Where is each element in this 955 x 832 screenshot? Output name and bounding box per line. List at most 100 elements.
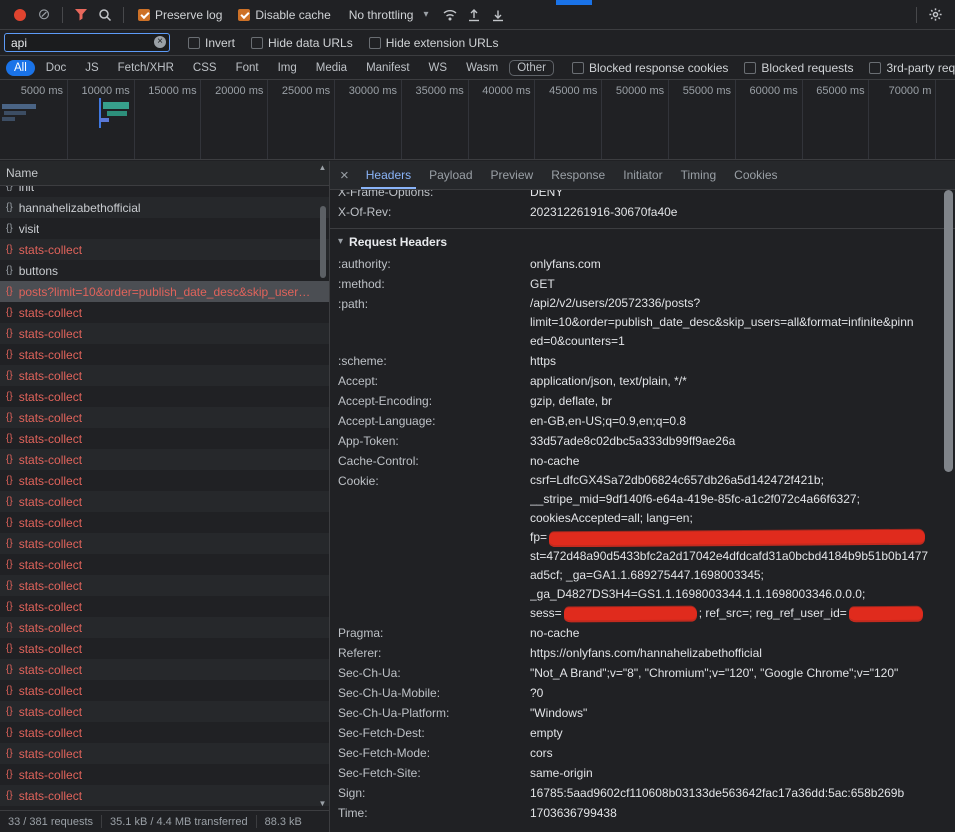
record-button[interactable] (8, 3, 32, 27)
request-row[interactable]: {}stats-collect (0, 785, 329, 806)
request-row[interactable]: {}posts?limit=10&order=publish_date_desc… (0, 281, 329, 302)
json-request-icon: {} (6, 349, 13, 360)
json-request-icon: {} (6, 186, 13, 192)
scrollbar-thumb[interactable] (320, 206, 326, 278)
request-name: stats-collect (19, 558, 82, 572)
request-row[interactable]: {}stats-collect (0, 533, 329, 554)
json-request-icon: {} (6, 538, 13, 549)
request-row[interactable]: {}stats-collect (0, 638, 329, 659)
type-filter-css[interactable]: CSS (185, 60, 225, 76)
header-row: Accept-Encoding:gzip, deflate, br (330, 391, 955, 411)
request-row[interactable]: {}stats-collect (0, 743, 329, 764)
request-row[interactable]: {}buttons (0, 260, 329, 281)
details-scrollbar-thumb[interactable] (944, 190, 953, 472)
request-row[interactable]: {}stats-collect (0, 764, 329, 785)
request-row[interactable]: {}stats-collect (0, 701, 329, 722)
tab-response[interactable]: Response (542, 161, 614, 189)
network-overview-timeline[interactable]: 5000 ms10000 ms15000 ms20000 ms25000 ms3… (0, 80, 955, 160)
scroll-up-icon[interactable]: ▲ (319, 163, 327, 172)
request-headers-section[interactable]: ▾ Request Headers (330, 228, 955, 254)
header-row: Referer:https://onlyfans.com/hannaheliza… (330, 643, 955, 663)
settings-button[interactable] (923, 3, 947, 27)
json-request-icon: {} (6, 769, 13, 780)
request-row[interactable]: {}stats-collect (0, 386, 329, 407)
name-column-header[interactable]: Name (0, 161, 329, 186)
request-name: stats-collect (19, 348, 82, 362)
request-row[interactable]: {} stats-collect (0, 344, 329, 365)
redaction-scribble (549, 530, 925, 546)
request-row[interactable]: {}stats-collect (0, 596, 329, 617)
request-row[interactable]: {}stats-collect (0, 491, 329, 512)
export-har-button[interactable] (486, 3, 510, 27)
request-row[interactable]: {}stats-collect (0, 659, 329, 680)
network-conditions-button[interactable] (438, 3, 462, 27)
request-row[interactable]: {}stats-collect (0, 470, 329, 491)
tab-timing[interactable]: Timing (672, 161, 726, 189)
hide-data-urls-checkbox[interactable]: Hide data URLs (251, 36, 353, 50)
type-filter-media[interactable]: Media (308, 60, 355, 76)
clear-button[interactable]: ⊘ (32, 3, 56, 27)
hide-extension-urls-checkbox[interactable]: Hide extension URLs (369, 36, 499, 50)
request-row[interactable]: {}stats-collect (0, 449, 329, 470)
detail-tab-bar: × HeadersPayloadPreviewResponseInitiator… (330, 161, 955, 190)
blocked-response-cookies-checkbox[interactable]: Blocked response cookies (572, 61, 728, 75)
request-row[interactable]: {}stats-collect (0, 554, 329, 575)
tab-cookies[interactable]: Cookies (725, 161, 786, 189)
request-row[interactable]: {}stats-collect (0, 407, 329, 428)
scrollbar-track[interactable] (319, 172, 327, 799)
request-row[interactable]: {}stats-collect (0, 365, 329, 386)
request-row[interactable]: {}visit (0, 218, 329, 239)
tab-headers[interactable]: Headers (357, 161, 420, 189)
type-filter-all[interactable]: All (6, 60, 35, 76)
json-request-icon: {} (6, 580, 13, 591)
request-name: stats-collect (19, 621, 82, 635)
header-value: DENY (530, 190, 947, 202)
header-row: Sec-Fetch-Mode:cors (330, 743, 955, 763)
filter-input[interactable] (4, 33, 170, 52)
throttling-select[interactable]: No throttling ▾ (349, 8, 429, 22)
tab-initiator[interactable]: Initiator (614, 161, 671, 189)
request-row[interactable]: {}stats-collect (0, 512, 329, 533)
clear-filter-icon[interactable]: × (154, 36, 166, 48)
type-filter-fetch-xhr[interactable]: Fetch/XHR (110, 60, 182, 76)
type-filter-manifest[interactable]: Manifest (358, 60, 417, 76)
type-filter-other[interactable]: Other (509, 60, 554, 76)
header-name: :scheme: (338, 351, 530, 371)
request-row[interactable]: {}stats-collect (0, 617, 329, 638)
request-name: hannahelizabethofficial (19, 201, 141, 215)
timeline-tick-label: 20000 ms (200, 85, 263, 97)
close-details-button[interactable]: × (340, 167, 349, 184)
request-row[interactable]: {}stats-collect (0, 575, 329, 596)
request-row[interactable]: {}stats-collect (0, 680, 329, 701)
header-name: :method: (338, 274, 530, 294)
type-filter-doc[interactable]: Doc (38, 60, 74, 76)
type-filter-font[interactable]: Font (228, 60, 267, 76)
request-row[interactable]: {}stats-collect (0, 323, 329, 344)
scroll-down-icon[interactable]: ▼ (319, 799, 327, 808)
header-value: 1703636799438 (530, 803, 947, 823)
filter-toggle-button[interactable] (69, 3, 93, 27)
json-request-icon: {} (6, 244, 13, 255)
preserve-log-checkbox[interactable]: Preserve log (138, 8, 222, 22)
third-party-requests-checkbox[interactable]: 3rd-party requests (869, 61, 955, 75)
search-button[interactable] (93, 3, 117, 27)
request-row[interactable]: {}stats-collect (0, 428, 329, 449)
request-row[interactable]: {}stats-collect (0, 302, 329, 323)
type-filter-js[interactable]: JS (77, 60, 106, 76)
request-row[interactable]: {}stats-collect (0, 722, 329, 743)
request-row[interactable]: {}hannahelizabethofficial (0, 197, 329, 218)
invert-checkbox[interactable]: Invert (188, 36, 235, 50)
tab-payload[interactable]: Payload (420, 161, 481, 189)
request-name: stats-collect (19, 453, 82, 467)
type-filter-img[interactable]: Img (270, 60, 305, 76)
import-har-button[interactable] (462, 3, 486, 27)
request-row[interactable]: {}init (0, 186, 329, 197)
tab-preview[interactable]: Preview (482, 161, 543, 189)
request-row[interactable]: {}stats-collect (0, 239, 329, 260)
header-row: Cookie:csrf=LdfcGX4Sa72db06824c657db26a5… (330, 471, 955, 623)
type-filter-ws[interactable]: WS (421, 60, 456, 76)
blocked-requests-checkbox[interactable]: Blocked requests (744, 61, 853, 75)
disable-cache-checkbox[interactable]: Disable cache (238, 8, 330, 22)
header-name: Sec-Fetch-Mode: (338, 743, 530, 763)
type-filter-wasm[interactable]: Wasm (458, 60, 506, 76)
